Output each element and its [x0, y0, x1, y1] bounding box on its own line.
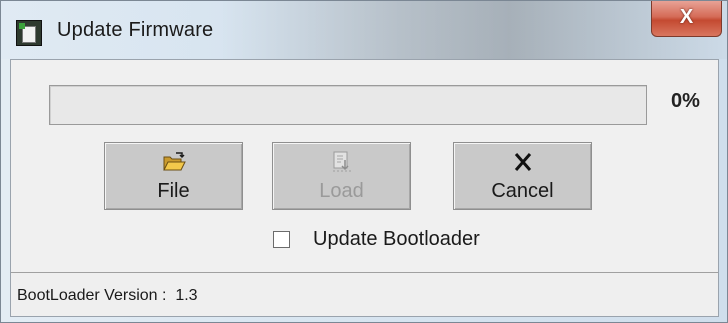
update-firmware-window: Update Firmware X 0% File Load Cancel Up…: [0, 0, 728, 323]
progress-bar: [49, 85, 647, 125]
status-bar: BootLoader Version : 1.3: [11, 272, 718, 316]
load-document-icon: [273, 151, 410, 173]
update-bootloader-checkbox[interactable]: [273, 231, 290, 248]
cancel-button[interactable]: Cancel: [453, 142, 592, 210]
update-bootloader-label: Update Bootloader: [313, 228, 480, 250]
file-button-label: File: [157, 180, 190, 202]
close-button[interactable]: X: [651, 1, 722, 37]
dialog-body: 0% File Load Cancel Update Bootloader Bo…: [10, 59, 719, 317]
app-icon: [16, 20, 42, 46]
cancel-x-icon: [454, 151, 591, 173]
window-title: Update Firmware: [57, 19, 214, 41]
progress-percent: 0%: [671, 90, 700, 112]
title-bar[interactable]: Update Firmware X: [1, 1, 727, 59]
bootloader-version-text: BootLoader Version : 1.3: [17, 287, 198, 304]
file-button[interactable]: File: [104, 142, 243, 210]
load-button[interactable]: Load: [272, 142, 411, 210]
cancel-button-label: Cancel: [491, 180, 554, 202]
folder-open-icon: [105, 151, 242, 173]
load-button-label: Load: [319, 180, 364, 202]
